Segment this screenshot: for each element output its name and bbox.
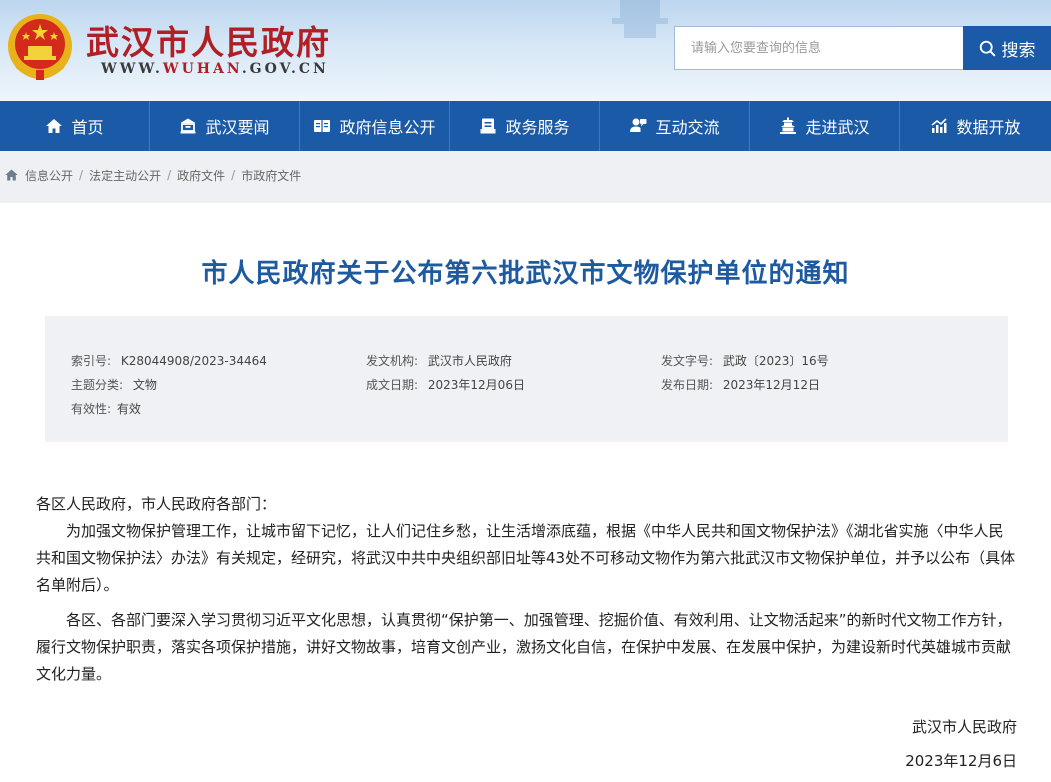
book-icon — [314, 120, 331, 132]
meta-value: 武汉市人民政府 — [427, 354, 512, 368]
nav-label: 政府信息公开 — [339, 118, 436, 137]
site-header: 武汉市人民政府 WWW.WUHAN.GOV.CN 搜索 — [0, 0, 1051, 101]
nav-item-services[interactable]: 政务服务 — [450, 101, 600, 151]
meta-label: 成文日期: — [366, 378, 419, 392]
nav-label: 首页 — [71, 118, 104, 137]
breadcrumb-separator: / — [231, 168, 236, 182]
article: 市人民政府关于公布第六批武汉市文物保护单位的通知 索引号: K28044908/… — [0, 203, 1051, 782]
home-icon[interactable] — [4, 168, 19, 182]
landmark-icon — [780, 117, 797, 134]
building-icon — [180, 118, 196, 134]
url-prefix: WWW. — [101, 61, 163, 77]
search-input[interactable] — [674, 26, 964, 70]
meta-label: 有效性: — [71, 402, 112, 416]
meta-value: K28044908/2023-34464 — [120, 354, 267, 368]
meta-value: 2023年12月12日 — [722, 378, 820, 392]
meta-index: 索引号: K28044908/2023-34464 — [71, 352, 267, 369]
nav-item-news[interactable]: 武汉要闻 — [150, 101, 300, 151]
meta-value: 2023年12月06日 — [427, 378, 525, 392]
meta-label: 发布日期: — [661, 378, 714, 392]
signature: 武汉市人民政府 — [911, 718, 1017, 736]
search-button[interactable]: 搜索 — [963, 26, 1051, 70]
nav-label: 互动交流 — [655, 118, 720, 137]
nav-item-interaction[interactable]: 互动交流 — [600, 101, 750, 151]
breadcrumb-item[interactable]: 政府文件 — [177, 167, 225, 184]
site-title[interactable]: 武汉市人民政府 — [86, 16, 331, 64]
meta-topic: 主题分类: 文物 — [71, 376, 157, 393]
home-icon — [46, 119, 63, 133]
nav-item-about[interactable]: 走进武汉 — [750, 101, 900, 151]
breadcrumb-item[interactable]: 市政府文件 — [241, 167, 301, 184]
nav-item-open-data[interactable]: 数据开放 — [900, 101, 1051, 151]
meta-value: 有效 — [116, 402, 141, 416]
meta-label: 索引号: — [71, 354, 112, 368]
body-paragraph: 各区、各部门要深入学习贯彻习近平文化思想，认真贯彻“保护第一、加强管理、挖掘价值… — [36, 611, 1012, 683]
sign-date: 2023年12月6日 — [905, 752, 1017, 770]
breadcrumb: 信息公开 / 法定主动公开 / 政府文件 / 市政府文件 — [4, 167, 301, 184]
nav-item-gov-info[interactable]: 政府信息公开 — [300, 101, 450, 151]
meta-label: 发文机构: — [366, 354, 419, 368]
nav-item-home[interactable]: 首页 — [0, 101, 150, 151]
meta-validity: 有效性: 有效 — [71, 400, 141, 417]
meta-created: 成文日期: 2023年12月06日 — [366, 376, 525, 393]
meta-value: 文物 — [132, 378, 157, 392]
meta-label: 主题分类: — [71, 378, 124, 392]
breadcrumb-item[interactable]: 法定主动公开 — [89, 167, 161, 184]
meta-docno: 发文字号: 武政〔2023〕16号 — [661, 352, 829, 369]
breadcrumb-band: 信息公开 / 法定主动公开 / 政府文件 / 市政府文件 — [0, 151, 1051, 203]
nav-label: 武汉要闻 — [205, 118, 270, 137]
national-emblem-icon — [8, 14, 72, 80]
nav-label: 走进武汉 — [805, 118, 870, 137]
meta-issuer: 发文机构: 武汉市人民政府 — [366, 352, 512, 369]
main-nav: 首页 武汉要闻 政府信息公开 政务服务 互动交流 走进武汉 数据开放 — [0, 101, 1051, 151]
breadcrumb-item[interactable]: 信息公开 — [25, 167, 73, 184]
search-box: 搜索 — [674, 26, 1051, 70]
url-suffix: .GOV.CN — [241, 61, 329, 77]
article-body: 各区人民政府，市人民政府各部门： 为加强文物保护管理工作，让城市留下记忆，让人们… — [36, 491, 1018, 688]
breadcrumb-separator: / — [79, 168, 84, 182]
chat-icon — [630, 118, 647, 132]
nav-label: 数据开放 — [956, 118, 1021, 137]
document-metadata: 索引号: K28044908/2023-34464 发文机构: 武汉市人民政府 … — [45, 316, 1008, 442]
nav-label: 政务服务 — [505, 118, 570, 137]
url-highlight: WUHAN — [162, 61, 242, 77]
document-icon — [480, 118, 496, 134]
site-url[interactable]: WWW.WUHAN.GOV.CN — [101, 61, 329, 77]
chart-icon — [931, 118, 948, 133]
meta-label: 发文字号: — [661, 354, 714, 368]
meta-value: 武政〔2023〕16号 — [722, 354, 829, 368]
body-paragraph: 为加强文物保护管理工作，让城市留下记忆，让人们记住乡愁，让生活增添底蕴，根据《中… — [36, 522, 1016, 594]
breadcrumb-separator: / — [167, 168, 172, 182]
salutation: 各区人民政府，市人民政府各部门： — [36, 495, 277, 513]
search-icon — [979, 40, 995, 56]
article-title: 市人民政府关于公布第六批武汉市文物保护单位的通知 — [201, 259, 850, 289]
search-button-label: 搜索 — [1001, 40, 1036, 61]
meta-published: 发布日期: 2023年12月12日 — [661, 376, 820, 393]
